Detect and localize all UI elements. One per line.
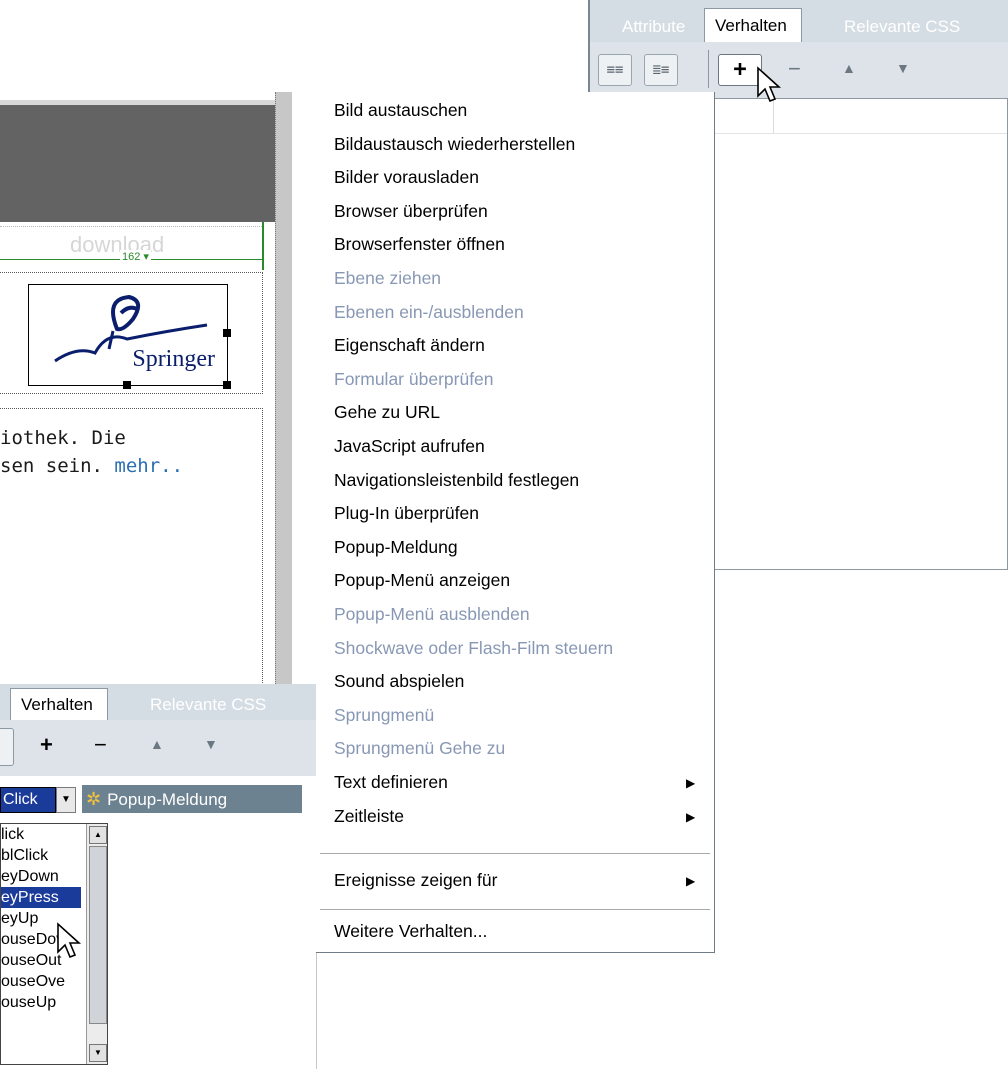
menu-item[interactable]: Navigationsleistenbild festlegen [334,470,579,491]
document-header-block [0,105,277,222]
scroll-down-icon[interactable]: ▼ [89,1044,107,1062]
menu-item: Sprungmenü Gehe zu [334,738,506,759]
event-option[interactable]: eyDown [1,866,81,887]
move-down-button[interactable]: ▼ [896,53,910,83]
remove-behavior-button-bottom[interactable]: − [94,730,107,760]
menu-item-events-for[interactable]: Ereignisse zeigen für [334,870,497,891]
menu-item: Shockwave oder Flash-Film steuern [334,637,614,658]
event-select[interactable]: Click [0,787,56,813]
show-set-events-button[interactable]: ≡≡ [598,54,632,86]
mouse-pointer-icon-bottom [57,922,82,959]
tab-relevante-css-bottom[interactable]: Relevante CSS [150,690,266,720]
toolbar-divider [708,50,709,88]
menu-item[interactable]: Popup-Menü anzeigen [334,570,510,591]
event-option[interactable]: blClick [1,845,81,866]
list-row-divider [715,133,1007,134]
menu-item[interactable]: Plug-In überprüfen [334,503,479,524]
body-text-line2: sen sein. mehr.. [0,455,183,477]
event-option[interactable]: lick [1,824,81,845]
submenu-arrow-icon: ▶ [686,874,696,888]
logo-text: Springer [132,346,215,372]
menu-item[interactable]: JavaScript aufrufen [334,436,485,457]
menu-item-more-behaviors[interactable]: Weitere Verhalten... [334,921,487,942]
menu-item: Ebene ziehen [334,268,442,288]
show-all-events-button[interactable]: ≣≡ [644,54,678,86]
submenu-arrow-icon: ▶ [686,809,696,824]
menu-item: Ebenen ein-/ausblenden [334,301,524,322]
body-text-prefix: sen sein. [0,455,115,477]
event-list-scrollbar[interactable]: ▲ ▼ [86,824,107,1064]
behavior-action-label: Popup-Meldung [107,790,228,809]
layout-guide [0,226,262,227]
tab-relevante-css[interactable]: Relevante CSS [844,12,960,42]
move-down-button-bottom[interactable]: ▼ [204,729,218,759]
behaviors-toolbar-bottom: + − ▲ ▼ [0,720,316,776]
move-up-button-bottom[interactable]: ▲ [150,729,164,759]
event-dropdown-list[interactable]: lick blClick eyDown eyPress eyUp ouseDov ouseO… [0,823,108,1065]
menu-item[interactable]: Bild austauschen [334,100,467,121]
width-label[interactable]: 162 ▾ [120,250,151,263]
resize-handle-bottom[interactable] [123,381,131,389]
behaviors-list[interactable] [714,98,1008,570]
menu-item: Popup-Menü ausblenden [334,604,530,624]
menu-item[interactable]: Text definieren [334,772,448,793]
more-link[interactable]: mehr.. [114,455,183,477]
tab-verhalten[interactable]: Verhalten [704,8,802,43]
add-behavior-button-bottom[interactable]: + [40,730,53,760]
resize-handle-right[interactable] [223,329,231,337]
scroll-up-icon[interactable]: ▲ [89,826,107,844]
springer-logo-image[interactable]: Springer [28,284,231,389]
menu-item[interactable]: Eigenschaft ändern [334,335,485,356]
chevron-down-icon[interactable]: ▼ [56,787,76,813]
body-text: iothek. Die [0,427,126,449]
menu-item: Formular überprüfen [334,368,494,389]
menu-item[interactable]: Bilder vorausladen [334,167,479,188]
behavior-gear-icon: ✲ [86,789,102,809]
event-option[interactable]: ouseUp [1,992,81,1013]
behavior-row[interactable]: ✲ Popup-Meldung [82,785,302,813]
menu-item[interactable]: Browser überprüfen [334,201,488,222]
menu-item[interactable]: Gehe zu URL [334,402,440,423]
event-option[interactable]: eyPress [1,887,81,908]
submenu-arrow-icon: ▶ [686,776,696,790]
panel-tab-bar: Attribute Verhalten Relevante CSS [588,0,1008,43]
menu-item[interactable]: Bildaustausch wiederherstellen [334,134,575,155]
add-behavior-menu: Bild austauschen Bildaustausch wiederhers… [316,92,715,953]
table-cell-outline-2 [0,408,263,699]
menu-item: Sprungmenü [334,704,435,725]
menu-item[interactable]: Sound abspielen [334,671,464,692]
mouse-pointer-icon [757,66,782,103]
menu-item[interactable]: Browserfenster öffnen [334,234,505,255]
document-side-strip [275,92,292,712]
menu-item[interactable]: Popup-Meldung [334,537,458,558]
resize-handle-corner[interactable] [223,381,231,389]
behaviors-panel-bottom-tabs: Verhalten Relevante CSS [0,684,316,721]
menu-separator-2 [320,909,710,910]
remove-behavior-button[interactable]: − [788,54,801,84]
width-guide-end [262,222,264,270]
tab-verhalten-bottom[interactable]: Verhalten [10,688,108,721]
event-view-button[interactable] [0,728,14,766]
tab-attribute[interactable]: Attribute [622,12,685,42]
scroll-thumb[interactable] [89,846,107,1024]
event-option[interactable]: ouseOve [1,971,81,992]
menu-separator [320,853,710,854]
menu-item[interactable]: Zeitleiste [334,806,404,827]
move-up-button[interactable]: ▲ [842,53,856,83]
